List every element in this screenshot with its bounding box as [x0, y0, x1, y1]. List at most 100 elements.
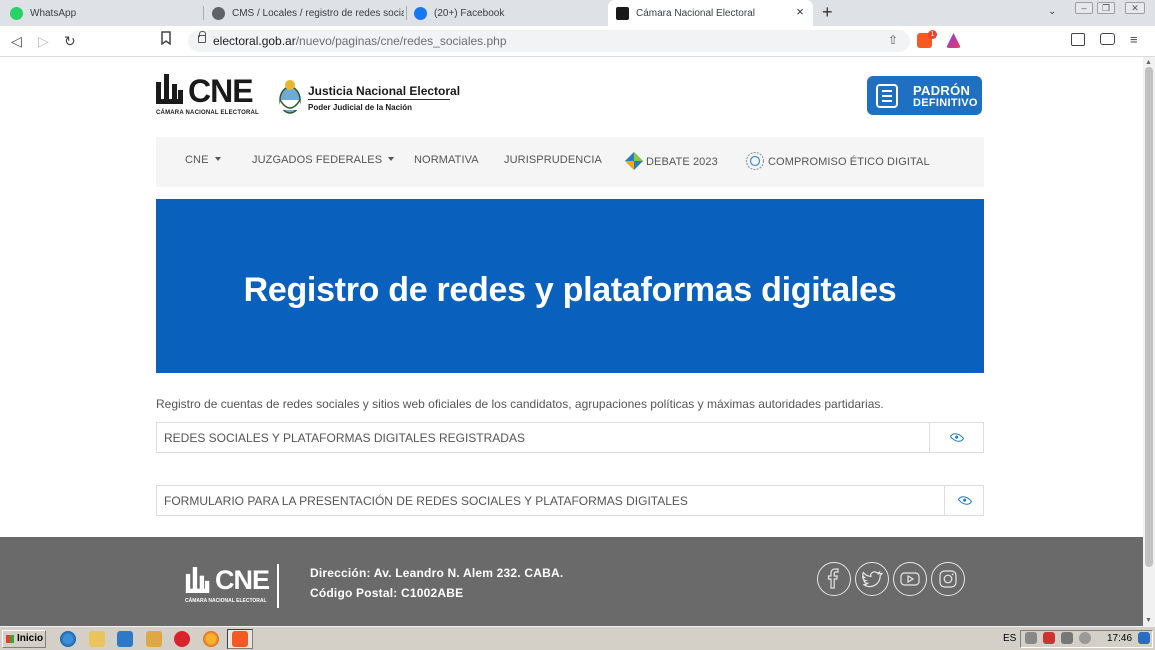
jne-subtitle: Poder Judicial de la Nación — [308, 103, 413, 112]
jne-logo[interactable]: Justicia Nacional Electoral Poder Judici… — [278, 78, 461, 120]
cne-bars-icon — [156, 74, 183, 104]
accordion-label: FORMULARIO PARA LA PRESENTACIÓN DE REDES… — [164, 494, 688, 508]
footer-logo-subtitle: CÁMARA NACIONAL ELECTORAL — [185, 598, 267, 604]
system-tray — [1020, 630, 1153, 648]
footer-address: Dirección: Av. Leandro N. Alem 232. CABA… — [310, 566, 564, 580]
padron-definitivo-button[interactable]: PADRÓN DEFINITIVO — [867, 76, 982, 115]
bookmark-icon[interactable] — [160, 31, 172, 49]
start-button[interactable]: Inicio — [2, 630, 46, 648]
maximize-button[interactable]: ❐ — [1097, 2, 1115, 14]
compromiso-seal-icon — [745, 151, 765, 171]
volume-icon[interactable] — [1079, 632, 1091, 644]
facebook-icon — [414, 6, 427, 20]
intro-text: Registro de cuentas de redes sociales y … — [156, 397, 884, 411]
close-window-button[interactable]: ✕ — [1125, 2, 1145, 14]
share-icon[interactable]: ⇧ — [888, 33, 898, 47]
tab-title: WhatsApp — [30, 7, 77, 19]
whatsapp-icon — [10, 6, 23, 20]
accordion-formulario[interactable]: FORMULARIO PARA LA PRESENTACIÓN DE REDES… — [156, 485, 984, 516]
cne-bars-icon — [185, 567, 210, 593]
nav-label: COMPROMISO ÉTICO DIGITAL — [768, 156, 930, 168]
tab-whatsapp[interactable]: WhatsApp — [10, 0, 200, 26]
taskbar-active-window[interactable] — [227, 629, 253, 649]
close-icon[interactable]: × — [793, 5, 807, 19]
padron-label-line1: PADRÓN — [913, 83, 971, 98]
scroll-down-arrow[interactable]: ▼ — [1145, 617, 1152, 624]
footer-logo-text: CNE — [215, 565, 270, 595]
tab-search-icon[interactable]: ⌄ — [1048, 6, 1056, 17]
brave-shield-icon[interactable]: 1 — [917, 30, 937, 48]
page-scrollbar[interactable]: ▲ ▼ — [1143, 57, 1155, 626]
twitter-icon[interactable] — [855, 562, 889, 596]
firefox-icon[interactable] — [203, 631, 219, 647]
tab-cms[interactable]: CMS / Locales / registro de redes social… — [212, 0, 404, 26]
url-domain: electoral.gob.ar — [213, 34, 296, 48]
web-page: CNE CÁMARA NACIONAL ELECTORAL Justicia N… — [0, 57, 1143, 626]
globe-icon — [212, 6, 225, 20]
nav-item-cne[interactable]: CNE — [185, 154, 221, 166]
lock-icon — [198, 31, 206, 43]
nav-label: JUZGADOS FEDERALES — [252, 154, 383, 166]
tab-title: Cámara Nacional Electoral — [636, 7, 755, 19]
scrollbar-thumb[interactable] — [1145, 67, 1153, 567]
language-indicator[interactable]: ES — [1003, 633, 1016, 644]
minimize-button[interactable]: – — [1075, 2, 1093, 14]
tab-separator — [203, 6, 204, 20]
instagram-icon[interactable] — [931, 562, 965, 596]
url-text[interactable]: electoral.gob.ar/nuevo/paginas/cne/redes… — [213, 34, 507, 48]
brave-rewards-icon[interactable] — [946, 33, 961, 48]
wallet-icon[interactable] — [1100, 33, 1115, 45]
accordion-toggle[interactable] — [929, 423, 983, 452]
url-path: /nuevo/paginas/cne/redes_sociales.php — [295, 34, 507, 48]
jne-divider — [308, 99, 450, 100]
forward-button[interactable]: ▷ — [38, 32, 49, 50]
sidebar-icon[interactable] — [1071, 33, 1085, 46]
internet-explorer-icon[interactable] — [60, 631, 76, 647]
debate-diamond-icon — [625, 152, 643, 170]
nav-item-jurisprudencia[interactable]: JURISPRUDENCIA — [504, 154, 602, 166]
folder-icon[interactable] — [89, 631, 105, 647]
nav-item-compromiso[interactable]: COMPROMISO ÉTICO DIGITAL — [745, 151, 930, 171]
facebook-icon[interactable] — [817, 562, 851, 596]
nav-label: DEBATE 2023 — [646, 156, 718, 168]
menu-icon[interactable]: ≡ — [1130, 31, 1138, 49]
jne-title: Justicia Nacional Electoral — [308, 84, 461, 98]
tab-title: CMS / Locales / registro de redes social… — [232, 7, 404, 19]
clock: 17:46 — [1107, 633, 1133, 644]
nav-item-normativa[interactable]: NORMATIVA — [414, 154, 479, 166]
tab-separator — [406, 6, 407, 20]
network-icon[interactable] — [1061, 632, 1073, 644]
browser-toolbar: ◁ ▷ ↻ electoral.gob.ar/nuevo/paginas/cne… — [0, 26, 1155, 57]
youtube-icon[interactable] — [893, 562, 927, 596]
chevron-down-icon — [388, 157, 395, 161]
nav-item-juzgados[interactable]: JUZGADOS FEDERALES — [252, 154, 395, 166]
reload-button[interactable]: ↻ — [64, 32, 76, 50]
cne-logo[interactable]: CNE CÁMARA NACIONAL ELECTORAL — [156, 72, 259, 122]
hero-banner: Registro de redes y plataformas digitale… — [156, 199, 984, 373]
document-list-icon — [876, 84, 898, 108]
back-button[interactable]: ◁ — [11, 32, 22, 50]
nav-item-debate[interactable]: DEBATE 2023 — [625, 152, 718, 170]
accordion-toggle[interactable] — [944, 486, 983, 515]
show-desktop-icon[interactable] — [1138, 632, 1150, 644]
media-icon[interactable] — [146, 631, 162, 647]
accordion-redes-registradas[interactable]: REDES SOCIALES Y PLATAFORMAS DIGITALES R… — [156, 422, 984, 453]
padron-label-line2: DEFINITIVO — [913, 97, 978, 109]
coat-of-arms-icon — [279, 80, 301, 114]
tab-facebook[interactable]: (20+) Facebook — [414, 0, 604, 26]
desktop-icon[interactable] — [117, 631, 133, 647]
brave-icon — [232, 631, 248, 647]
scroll-up-arrow[interactable]: ▲ — [1145, 59, 1152, 66]
tray-icon[interactable] — [1025, 632, 1037, 644]
footer-postal-code: Código Postal: C1002ABE — [310, 586, 464, 600]
opera-icon[interactable] — [174, 631, 190, 647]
footer-cne-logo[interactable]: CNE CÁMARA NACIONAL ELECTORAL — [185, 565, 270, 607]
nav-label: CNE — [185, 154, 209, 166]
page-title: Registro de redes y plataformas digitale… — [243, 271, 897, 309]
main-nav: CNE JUZGADOS FEDERALES NORMATIVA JURISPR… — [156, 137, 984, 187]
tab-cne-active[interactable]: Cámara Nacional Electoral × — [608, 0, 813, 26]
new-tab-button[interactable]: + — [822, 3, 833, 21]
cne-logo-subtitle: CÁMARA NACIONAL ELECTORAL — [156, 110, 259, 116]
security-icon[interactable] — [1043, 632, 1055, 644]
address-bar[interactable]: electoral.gob.ar/nuevo/paginas/cne/redes… — [188, 30, 910, 52]
